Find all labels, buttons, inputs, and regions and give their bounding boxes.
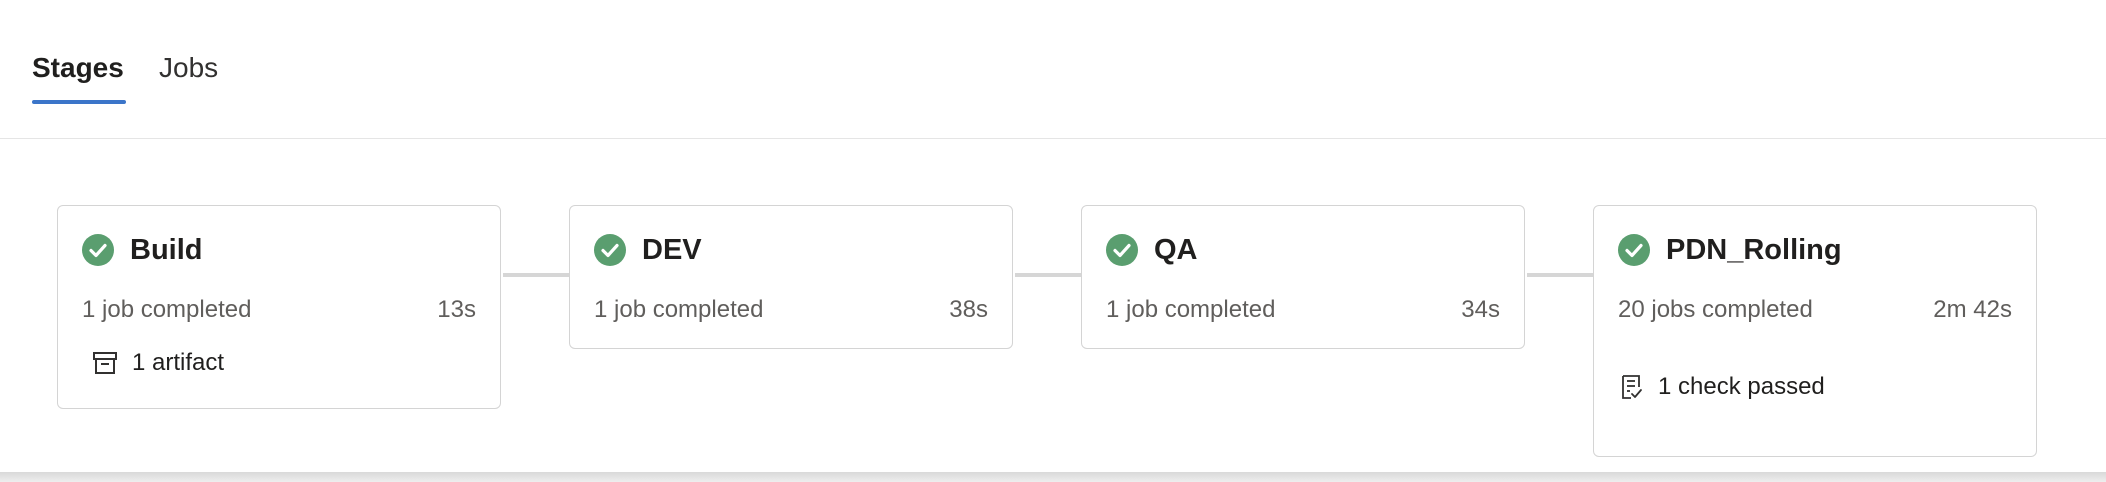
artifact-link[interactable]: 1 artifact [92, 347, 224, 379]
stage-card-dev[interactable]: DEV 1 job completed 38s [569, 205, 1013, 349]
bottom-edge-shadow [0, 472, 2106, 482]
stage-connector [1015, 273, 1081, 277]
stage-duration: 13s [437, 296, 476, 323]
stage-card-qa[interactable]: QA 1 job completed 34s [1081, 205, 1525, 349]
stage-connector [1527, 273, 1593, 277]
selected-tab-indicator [32, 100, 126, 104]
stage-name: QA [1154, 234, 1198, 266]
stage-name: PDN_Rolling [1666, 234, 1842, 266]
tab-stages[interactable]: Stages [32, 50, 124, 86]
stage-duration: 34s [1461, 296, 1500, 323]
tab-bar: Stages Jobs [0, 0, 2106, 139]
stage-summary: 1 job completed 13s [82, 294, 476, 326]
checklist-icon [1622, 375, 1642, 399]
stage-header: QA [1106, 232, 1198, 268]
jobs-completed-text: 1 job completed [82, 296, 252, 323]
checks-text: 1 check passed [1658, 373, 1825, 400]
jobs-completed-text: 1 job completed [1106, 296, 1276, 323]
pipeline-run-page: Stages Jobs Build 1 job completed 13s 1 … [0, 0, 2106, 472]
stage-summary: 1 job completed 38s [594, 294, 988, 326]
success-check-icon [1618, 234, 1650, 266]
jobs-completed-text: 1 job completed [594, 296, 764, 323]
checks-link[interactable]: 1 check passed [1618, 371, 1825, 403]
success-check-icon [82, 234, 114, 266]
artifact-icon [93, 352, 117, 374]
stage-name: DEV [642, 234, 702, 266]
stage-name: Build [130, 234, 203, 266]
success-check-icon [594, 234, 626, 266]
tab-jobs[interactable]: Jobs [159, 50, 218, 86]
stage-card-build[interactable]: Build 1 job completed 13s 1 artifact [57, 205, 501, 409]
stage-connector [503, 273, 569, 277]
stage-duration: 2m 42s [1933, 296, 2012, 323]
stage-summary: 1 job completed 34s [1106, 294, 1500, 326]
stage-header: Build [82, 232, 203, 268]
jobs-completed-text: 20 jobs completed [1618, 296, 1813, 323]
stage-duration: 38s [949, 296, 988, 323]
stage-header: DEV [594, 232, 702, 268]
stage-summary: 20 jobs completed 2m 42s [1618, 294, 2012, 326]
stage-header: PDN_Rolling [1618, 232, 1842, 268]
artifact-text: 1 artifact [132, 349, 225, 376]
success-check-icon [1106, 234, 1138, 266]
stage-card-pdn-rolling[interactable]: PDN_Rolling 20 jobs completed 2m 42s 1 c… [1593, 205, 2037, 457]
